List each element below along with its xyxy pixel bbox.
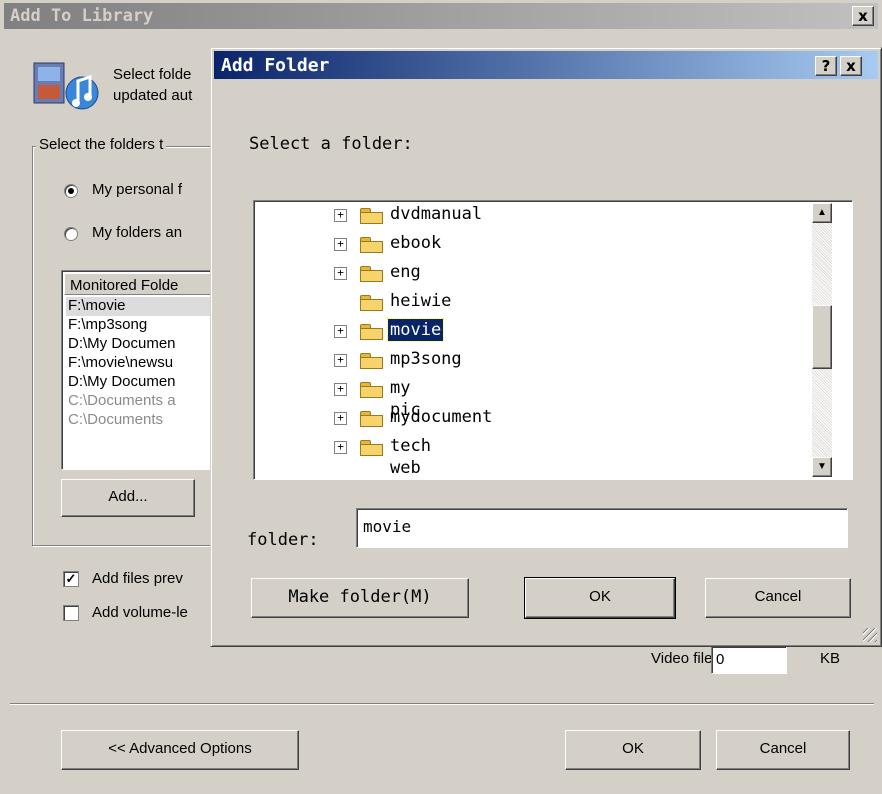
dialog-title: Add To Library	[10, 6, 154, 26]
list-item[interactable]: C:\Documents a	[66, 392, 176, 411]
help-button[interactable]: ?	[815, 56, 837, 76]
add-button[interactable]: Add...	[61, 479, 195, 517]
kb-unit-label: KB	[820, 650, 841, 667]
folder-icon	[360, 322, 384, 340]
dialog-title: Add Folder	[221, 55, 330, 76]
list-column-header[interactable]: Monitored Folde	[64, 273, 220, 295]
scroll-up-button[interactable]: ▲	[812, 203, 832, 223]
outer-ok-button[interactable]: OK	[565, 730, 701, 770]
dialog-title-bar[interactable]: Add Folder	[214, 51, 878, 79]
tree-item-label[interactable]: eng	[388, 261, 423, 283]
group-legend: Select the folders t	[36, 136, 167, 153]
tree-item-label[interactable]: mydocument	[388, 406, 494, 428]
list-item[interactable]: C:\Documents	[66, 411, 163, 430]
list-item[interactable]: F:\movie	[66, 297, 216, 316]
add-files-label[interactable]: Add files prev	[92, 570, 183, 587]
volume-leveling-checkbox[interactable]	[63, 605, 79, 621]
folder-icon	[360, 206, 384, 224]
add-folder-dialog: Add Folder ? x Select a folder: + dvdmanu…	[210, 47, 882, 647]
expand-icon[interactable]: +	[334, 383, 347, 396]
folder-icon	[360, 235, 384, 253]
cancel-button[interactable]: Cancel	[705, 578, 851, 618]
folder-icon	[360, 380, 384, 398]
folder-icon	[360, 409, 384, 427]
ok-button[interactable]: OK	[524, 577, 676, 619]
tree-scrollbar[interactable]: ▲ ▼	[812, 203, 834, 477]
personal-folders-label[interactable]: My personal f	[92, 181, 182, 198]
media-library-icon	[33, 62, 99, 110]
list-item[interactable]: F:\mp3song	[66, 316, 147, 335]
expand-icon[interactable]: +	[334, 325, 347, 338]
outer-cancel-button[interactable]: Cancel	[716, 730, 850, 770]
expand-icon[interactable]: +	[334, 441, 347, 454]
scroll-down-button[interactable]: ▼	[812, 457, 832, 477]
scroll-thumb[interactable]	[812, 305, 832, 369]
make-folder-button[interactable]: Make folder(M)	[251, 578, 469, 618]
list-item[interactable]: F:\movie\newsu	[66, 354, 173, 373]
my-folders-label[interactable]: My folders an	[92, 224, 182, 241]
folder-icon	[360, 438, 384, 456]
separator	[10, 703, 874, 705]
list-item[interactable]: D:\My Documen	[66, 335, 176, 354]
select-folder-prompt: Select a folder:	[249, 134, 413, 154]
folder-label: folder:	[247, 530, 319, 550]
tree-item-label[interactable]: heiwie	[388, 290, 453, 312]
folder-icon	[360, 293, 384, 311]
tree-item-label[interactable]: tech web	[388, 435, 433, 479]
monitored-folders-list[interactable]: Monitored Folde F:\movie F:\mp3song D:\M…	[61, 270, 221, 470]
tree-item-label[interactable]: movie	[386, 318, 445, 342]
list-item[interactable]: D:\My Documen	[66, 373, 176, 392]
expand-icon[interactable]: +	[334, 354, 347, 367]
video-files-input[interactable]: 0	[711, 646, 787, 674]
expand-icon[interactable]: +	[334, 238, 347, 251]
add-files-checkbox[interactable]: ✓	[63, 571, 79, 587]
expand-icon[interactable]: +	[334, 412, 347, 425]
volume-leveling-label[interactable]: Add volume-le	[92, 604, 188, 621]
folder-icon	[360, 264, 384, 282]
folder-tree[interactable]: + dvdmanual + ebook + eng heiwie + movie + mp3song…	[253, 200, 853, 480]
my-folders-radio[interactable]	[64, 227, 78, 241]
resize-grip[interactable]	[863, 628, 877, 642]
title-bar[interactable]: Add To Library	[4, 3, 878, 29]
intro-text-line1: Select folde	[113, 66, 192, 83]
close-button[interactable]: x	[852, 6, 874, 26]
personal-folders-radio[interactable]	[64, 184, 78, 198]
expand-icon[interactable]: +	[334, 267, 347, 280]
close-button[interactable]: x	[840, 56, 862, 76]
expand-icon[interactable]: +	[334, 209, 347, 222]
folder-input[interactable]: movie	[356, 508, 848, 548]
intro-text-line2: updated aut	[113, 87, 193, 104]
tree-item-label[interactable]: ebook	[388, 232, 443, 254]
advanced-options-button[interactable]: << Advanced Options	[61, 730, 299, 770]
folder-icon	[360, 351, 384, 369]
tree-item-label[interactable]: mp3song	[388, 348, 464, 370]
tree-item-label[interactable]: dvdmanual	[388, 203, 484, 225]
